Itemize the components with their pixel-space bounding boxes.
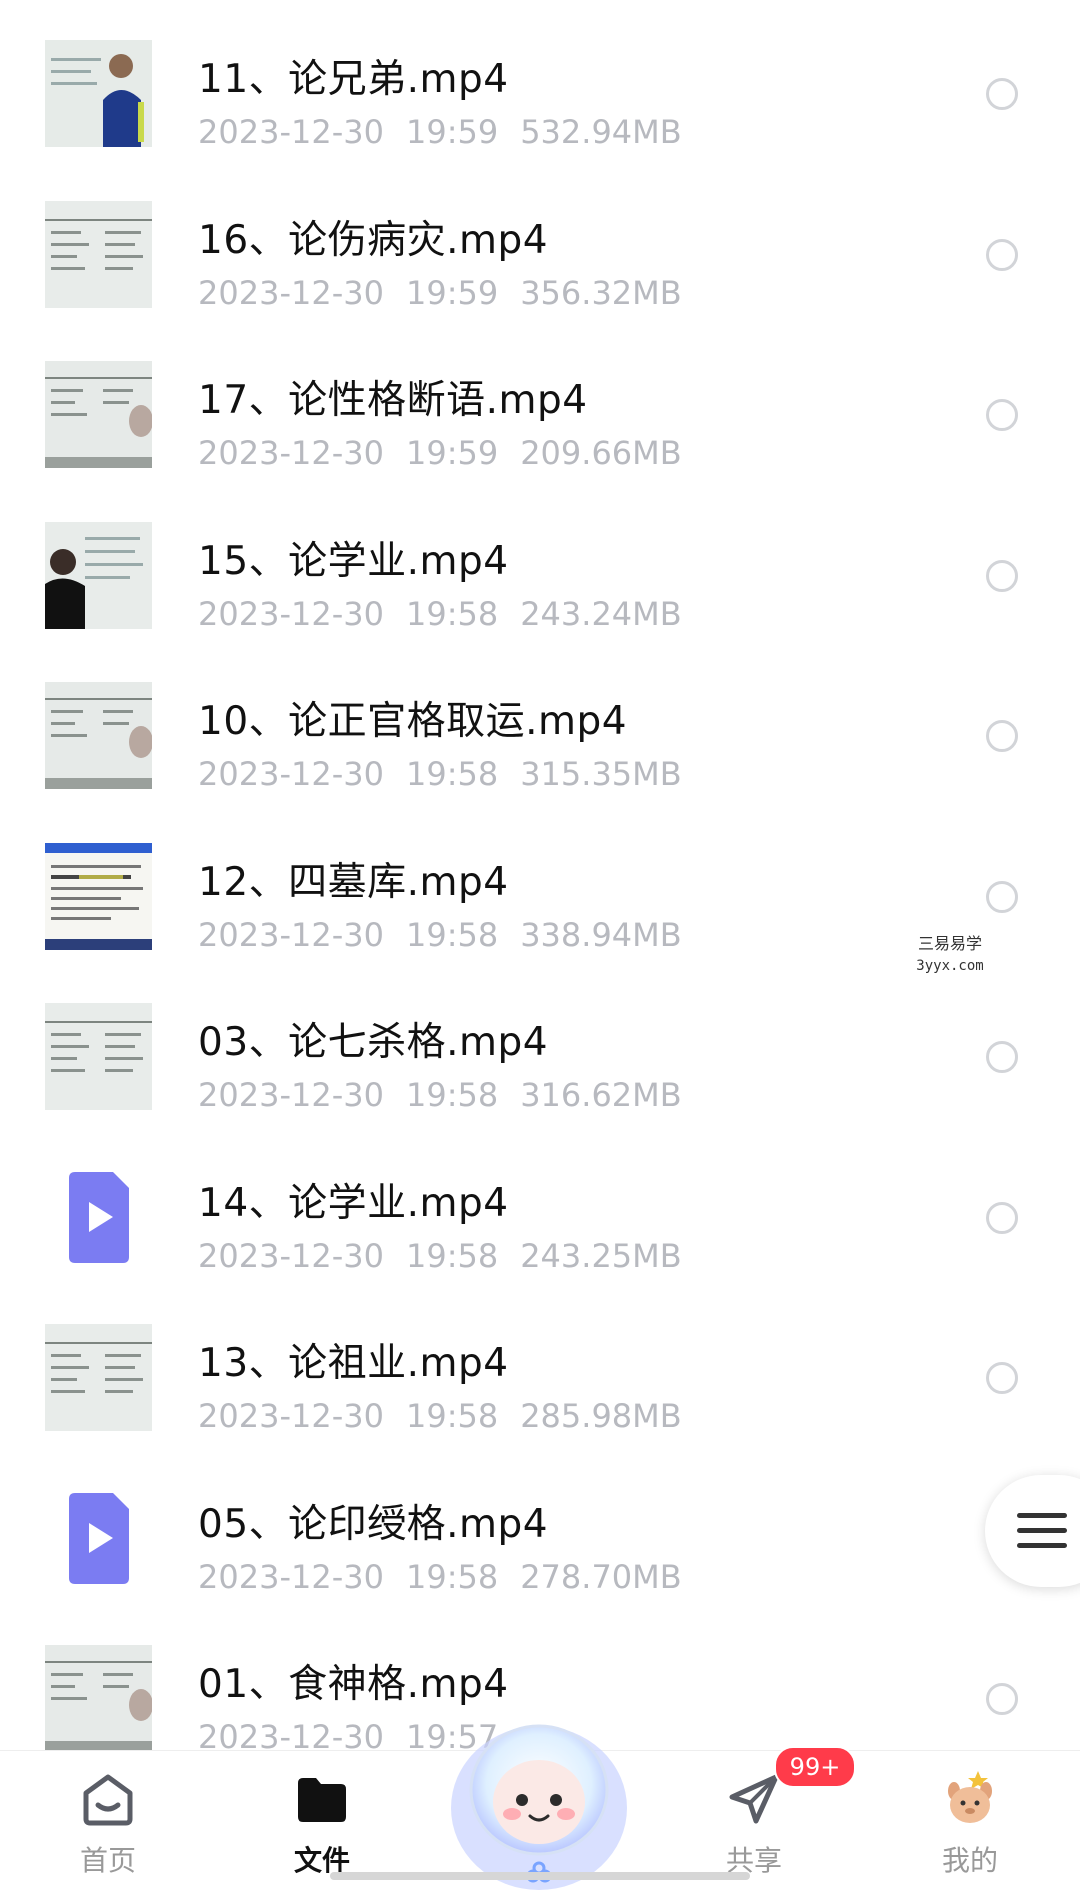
file-size: 243.25MB	[520, 1236, 682, 1275]
file-date: 2023-12-30	[198, 755, 384, 793]
home-icon	[83, 1774, 133, 1826]
file-meta: 2023-12-30 19:58 278.70MB	[198, 1558, 704, 1596]
file-name: 03、论七杀格.mp4	[198, 1020, 549, 1065]
watermark-line-2: 3yyx.com	[916, 958, 984, 974]
file-name: 10、论正官格取运.mp4	[198, 699, 628, 744]
file-time: 19:59	[405, 273, 499, 312]
video-thumbnail	[45, 1003, 152, 1110]
file-meta: 2023-12-30 19:58 338.94MB	[198, 916, 704, 954]
select-checkbox[interactable]	[986, 720, 1018, 752]
file-meta: 2023-12-30 19:59 532.94MB	[198, 113, 704, 151]
file-meta: 2023-12-30 19:58 285.98MB	[198, 1397, 704, 1435]
file-date: 2023-12-30	[198, 1557, 384, 1596]
file-time: 19:58	[405, 1076, 499, 1114]
file-row[interactable]: 11、论兄弟.mp4 2023-12-30 19:59 532.94MB	[0, 40, 1080, 200]
file-meta: 2023-12-30 19:58 315.35MB	[198, 755, 704, 793]
select-checkbox[interactable]	[986, 559, 1018, 592]
file-date: 2023-12-30	[198, 273, 384, 312]
file-time: 19:58	[405, 1397, 499, 1435]
file-time: 19:58	[405, 1557, 499, 1596]
select-checkbox[interactable]	[986, 1683, 1018, 1715]
file-name: 11、论兄弟.mp4	[198, 57, 509, 102]
video-thumbnail	[45, 842, 152, 950]
select-checkbox[interactable]	[986, 399, 1018, 431]
file-row[interactable]: 13、论祖业.mp4 2023-12-30 19:58 285.98MB	[0, 1324, 1080, 1484]
select-checkbox[interactable]	[986, 880, 1018, 913]
file-date: 2023-12-30	[198, 915, 384, 954]
video-thumbnail	[45, 521, 152, 629]
video-thumbnail	[45, 40, 152, 147]
file-row[interactable]: 14、论学业.mp4 2023-12-30 19:58 243.25MB	[0, 1163, 1080, 1324]
file-date: 2023-12-30	[198, 1076, 384, 1114]
file-name: 13、论祖业.mp4	[198, 1341, 509, 1386]
share-count-badge: 99+	[774, 1746, 856, 1788]
tab-profile-label: 我的	[941, 1844, 998, 1877]
file-meta: 2023-12-30 19:59 209.66MB	[198, 434, 704, 472]
select-checkbox[interactable]	[986, 238, 1018, 271]
file-row[interactable]: 17、论性格断语.mp4 2023-12-30 19:59 209.66MB	[0, 361, 1080, 521]
profile-avatar-icon	[948, 1771, 992, 1823]
file-size: 316.62MB	[520, 1076, 682, 1114]
file-row[interactable]: 16、论伤病灾.mp4 2023-12-30 19:59 356.32MB	[0, 200, 1080, 361]
file-name: 12、四墓库.mp4	[198, 859, 509, 905]
select-checkbox[interactable]	[986, 1362, 1018, 1394]
file-time: 19:58	[405, 755, 499, 793]
file-size: 315.35MB	[520, 755, 682, 793]
file-date: 2023-12-30	[198, 1397, 384, 1435]
file-meta: 2023-12-30 19:58 243.25MB	[198, 1237, 704, 1275]
file-time: 19:59	[405, 113, 499, 151]
file-date: 2023-12-30	[198, 113, 384, 151]
video-thumbnail	[45, 682, 152, 789]
file-row[interactable]: 10、论正官格取运.mp4 2023-12-30 19:58 315.35MB	[0, 682, 1080, 842]
file-meta: 2023-12-30 19:58 316.62MB	[198, 1076, 704, 1114]
video-thumbnail	[45, 361, 152, 468]
select-checkbox[interactable]	[986, 1201, 1018, 1234]
select-checkbox[interactable]	[986, 78, 1018, 110]
file-time: 19:58	[405, 594, 499, 633]
video-thumbnail	[45, 1645, 152, 1750]
watermark-line-1: 三易易学	[917, 934, 982, 953]
file-size: 209.66MB	[520, 434, 682, 472]
file-date: 2023-12-30	[198, 1236, 384, 1275]
tab-home[interactable]: 首页	[38, 1751, 178, 1901]
file-size: 338.94MB	[520, 915, 682, 954]
file-row[interactable]: 03、论七杀格.mp4 2023-12-30 19:58 316.62MB	[0, 1003, 1080, 1163]
file-meta: 2023-12-30 19:59 356.32MB	[198, 274, 704, 312]
file-size: 532.94MB	[520, 113, 682, 151]
file-size: 356.32MB	[520, 273, 682, 312]
file-date: 2023-12-30	[198, 1718, 384, 1750]
file-name: 16、论伤病灾.mp4	[198, 217, 549, 263]
watermark: 三易易学 3yyx.com	[830, 928, 1070, 986]
home-indicator	[330, 1872, 750, 1880]
file-size: 278.70MB	[520, 1557, 682, 1596]
menu-icon	[1017, 1513, 1067, 1558]
file-name: 17、论性格断语.mp4	[198, 378, 588, 423]
file-list: 11、论兄弟.mp4 2023-12-30 19:59 532.94MB 16、论伤病灾…	[0, 0, 1080, 1750]
video-file-icon	[45, 1163, 152, 1271]
mascot-icon[interactable]	[434, 1690, 644, 1900]
file-date: 2023-12-30	[198, 594, 384, 633]
video-thumbnail	[45, 200, 152, 308]
file-time: 19:58	[405, 915, 499, 954]
video-file-icon	[45, 1484, 152, 1592]
file-name: 15、论学业.mp4	[198, 538, 509, 584]
share-icon	[729, 1774, 779, 1824]
file-row[interactable]: 05、论印绶格.mp4 2023-12-30 19:58 278.70MB	[0, 1484, 1080, 1645]
file-time: 19:58	[405, 1236, 499, 1275]
file-date: 2023-12-30	[198, 434, 384, 472]
video-thumbnail	[45, 1324, 152, 1431]
file-size: 243.24MB	[520, 594, 682, 633]
file-name: 05、论印绶格.mp4	[198, 1501, 549, 1547]
folder-icon	[298, 1778, 346, 1822]
file-row[interactable]: 15、论学业.mp4 2023-12-30 19:58 243.24MB	[0, 521, 1080, 682]
file-name: 14、论学业.mp4	[198, 1180, 509, 1226]
select-checkbox[interactable]	[986, 1041, 1018, 1073]
file-size: 285.98MB	[520, 1397, 682, 1435]
file-time: 19:59	[405, 434, 499, 472]
file-meta: 2023-12-30 19:58 243.24MB	[198, 595, 704, 633]
tab-home-label: 首页	[79, 1844, 136, 1877]
tab-profile[interactable]: 我的	[900, 1751, 1040, 1901]
